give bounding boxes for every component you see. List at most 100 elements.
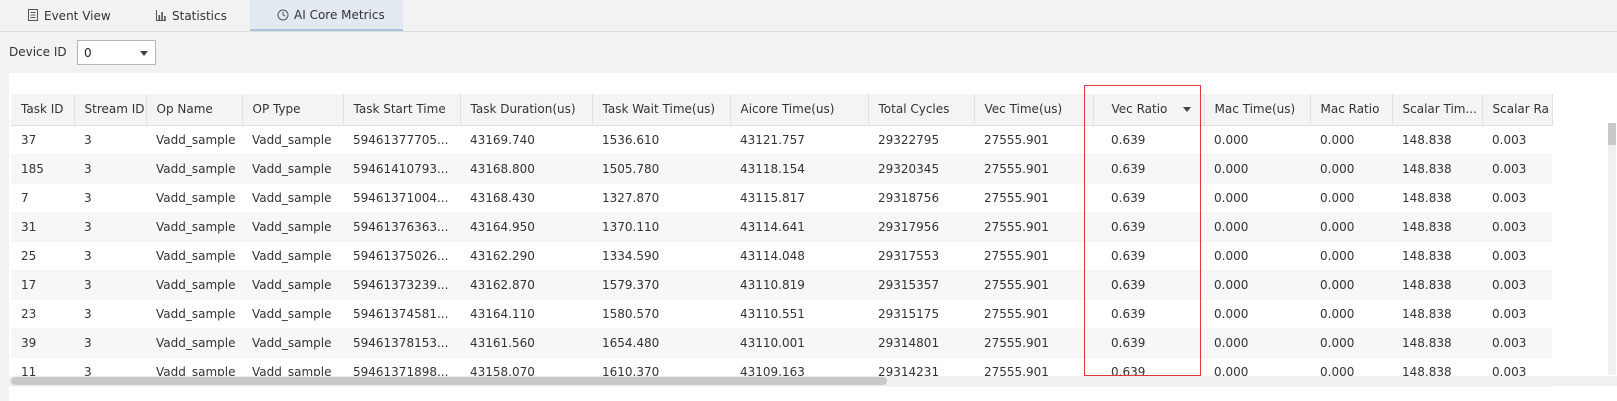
table-cell: Vadd_sample [242, 270, 343, 300]
table-cell: 7 [11, 183, 74, 213]
column-header-label: Aicore Time(us) [740, 102, 835, 117]
table-cell: Vadd_sample [146, 241, 242, 271]
tab-statistics[interactable]: Statistics [128, 0, 250, 31]
column-header-label: Vec Ratio [1111, 102, 1168, 117]
column-header-vec-ratio[interactable]: Vec Ratio [1093, 94, 1205, 126]
table-cell: 27555.901 [974, 270, 1093, 300]
column-header-scalar-ratio[interactable]: Scalar Ra [1482, 94, 1553, 126]
table-cell: 43168.800 [460, 154, 592, 184]
column-header-total-cycles[interactable]: Total Cycles [868, 94, 975, 126]
table-row[interactable]: 39 3 Vadd_sample Vadd_sample 59461378153... 4… [11, 328, 1552, 358]
table-cell: 1654.480 [592, 328, 730, 358]
table-cell: 43110.001 [730, 328, 868, 358]
table-row[interactable]: 23 3 Vadd_sample Vadd_sample 59461374581... 4… [11, 299, 1552, 329]
table-cell: Vadd_sample [242, 328, 343, 358]
table-cell: 43114.641 [730, 212, 868, 242]
table-cell: 59461371004... [343, 183, 460, 213]
table-cell: 0.000 [1310, 212, 1392, 242]
column-header-mac-time[interactable]: Mac Time(us) [1204, 94, 1311, 126]
device-id-select[interactable]: 0 [77, 40, 156, 65]
vertical-scrollbar[interactable] [1608, 123, 1616, 375]
table-cell: Vadd_sample [146, 212, 242, 242]
table-cell: 0.003 [1482, 212, 1552, 242]
column-header-label: Mac Time(us) [1214, 102, 1296, 117]
table-cell: 25 [11, 241, 74, 271]
column-header-task-start-time[interactable]: Task Start Time [343, 94, 461, 126]
table-cell: 43168.430 [460, 183, 592, 213]
table-cell: Vadd_sample [242, 212, 343, 242]
tab-event-view[interactable]: Event View [0, 0, 140, 31]
column-header-scalar-time[interactable]: Scalar Tim... [1392, 94, 1483, 126]
column-header-label: Task ID [21, 102, 64, 117]
bar-chart-icon [156, 10, 166, 21]
table-cell: 37 [11, 125, 74, 155]
metrics-panel: Task ID Stream ID Op Name OP Type Task S… [9, 73, 1617, 401]
document-icon [28, 9, 38, 21]
table-cell: Vadd_sample [146, 125, 242, 155]
table-cell: 23 [11, 299, 74, 329]
table-cell: 1505.780 [592, 154, 730, 184]
table-cell: 17 [11, 270, 74, 300]
sort-descending-icon[interactable] [1183, 107, 1192, 113]
column-header-op-name[interactable]: Op Name [146, 94, 243, 126]
table-cell: 43169.740 [460, 125, 592, 155]
chevron-down-icon [140, 51, 148, 56]
table-cell: 0.639 [1093, 328, 1204, 358]
column-header-vec-time[interactable]: Vec Time(us) [974, 94, 1094, 126]
table-cell: 0.003 [1482, 328, 1552, 358]
column-header-mac-ratio[interactable]: Mac Ratio [1310, 94, 1393, 126]
column-header-aicore-time[interactable]: Aicore Time(us) [730, 94, 869, 126]
table-cell: Vadd_sample [146, 154, 242, 184]
table-cell: 148.838 [1392, 154, 1482, 184]
column-header-task-wait-time[interactable]: Task Wait Time(us) [592, 94, 731, 126]
table-cell: 27555.901 [974, 241, 1093, 271]
column-header-label: Task Wait Time(us) [602, 102, 716, 117]
table-body: 37 3 Vadd_sample Vadd_sample 59461377705... 4… [11, 125, 1552, 387]
table-cell: 148.838 [1392, 212, 1482, 242]
table-cell: 43110.551 [730, 299, 868, 329]
table-cell: 59461377705... [343, 125, 460, 155]
table-cell: 0.000 [1310, 328, 1392, 358]
table-row[interactable]: 37 3 Vadd_sample Vadd_sample 59461377705... 4… [11, 125, 1552, 155]
table-cell: 0.003 [1482, 270, 1552, 300]
table-cell: 0.639 [1093, 299, 1204, 329]
table-cell: 43164.110 [460, 299, 592, 329]
table-cell: 0.639 [1093, 183, 1204, 213]
column-header-stream-id[interactable]: Stream ID [74, 94, 147, 126]
vertical-scrollbar-thumb[interactable] [1608, 123, 1616, 145]
tab-bar: Event View Statistics AI Core Metrics [0, 0, 1617, 32]
table-cell: 43114.048 [730, 241, 868, 271]
column-header-label: Task Start Time [353, 102, 446, 117]
table-cell: 29315357 [868, 270, 974, 300]
column-header-task-id[interactable]: Task ID [11, 94, 75, 126]
table-row[interactable]: 17 3 Vadd_sample Vadd_sample 59461373239... 4… [11, 270, 1552, 300]
table-row[interactable]: 185 3 Vadd_sample Vadd_sample 59461410793...… [11, 154, 1552, 184]
table-cell: 39 [11, 328, 74, 358]
horizontal-scrollbar-thumb[interactable] [11, 377, 887, 385]
table-cell: 43161.560 [460, 328, 592, 358]
table-row[interactable]: 7 3 Vadd_sample Vadd_sample 59461371004... 43… [11, 183, 1552, 213]
table-cell: 27555.901 [974, 183, 1093, 213]
table-cell: 59461373239... [343, 270, 460, 300]
table-cell: 1370.110 [592, 212, 730, 242]
table-cell: 43118.154 [730, 154, 868, 184]
table-cell: 0.639 [1093, 212, 1204, 242]
table-cell: Vadd_sample [242, 241, 343, 271]
table-cell: 0.003 [1482, 183, 1552, 213]
column-header-label: Mac Ratio [1320, 102, 1380, 117]
table-cell: 0.003 [1482, 154, 1552, 184]
table-cell: 0.639 [1093, 125, 1204, 155]
horizontal-scrollbar[interactable] [9, 376, 1617, 386]
table-cell: 148.838 [1392, 328, 1482, 358]
table-row[interactable]: 25 3 Vadd_sample Vadd_sample 59461375026... 4… [11, 241, 1552, 271]
tab-ai-core-metrics[interactable]: AI Core Metrics [250, 0, 403, 31]
table-cell: 3 [74, 299, 146, 329]
column-header-op-type[interactable]: OP Type [242, 94, 344, 126]
table-cell: 1579.370 [592, 270, 730, 300]
column-header-label: Op Name [156, 102, 213, 117]
table-cell: 1580.570 [592, 299, 730, 329]
column-header-task-duration[interactable]: Task Duration(us) [460, 94, 593, 126]
table-row[interactable]: 31 3 Vadd_sample Vadd_sample 59461376363... 4… [11, 212, 1552, 242]
table-cell: 185 [11, 154, 74, 184]
table-cell: 0.000 [1310, 299, 1392, 329]
